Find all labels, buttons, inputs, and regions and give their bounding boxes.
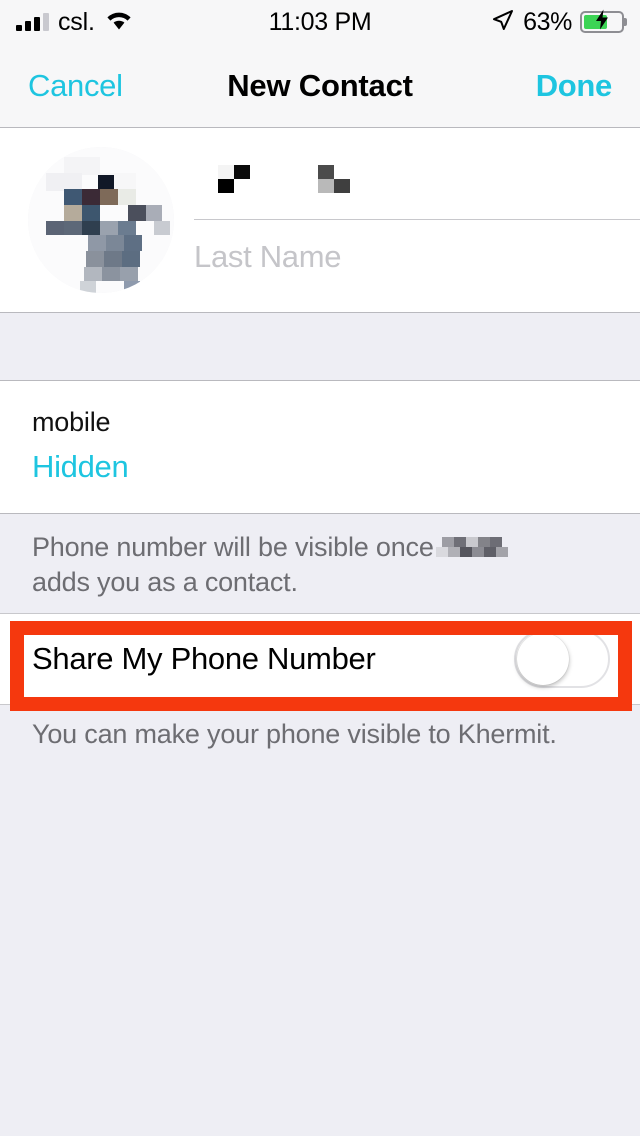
last-name-placeholder: Last Name [194, 238, 342, 274]
contact-name-section: Last Name [0, 128, 640, 312]
share-phone-section: Share My Phone Number [0, 613, 640, 712]
phone-section[interactable]: mobile Hidden [0, 381, 640, 514]
avatar[interactable] [28, 147, 174, 293]
done-button[interactable]: Done [536, 68, 613, 104]
empty-area [0, 750, 640, 1136]
toggle-knob [517, 633, 569, 686]
first-name-field[interactable] [194, 147, 640, 220]
battery-percent-label: 63% [523, 7, 572, 36]
wifi-icon [104, 9, 134, 36]
status-bar-left: csl. [16, 8, 320, 37]
location-arrow-icon [491, 8, 515, 37]
carrier-name: csl. [58, 7, 95, 36]
status-bar: csl. 11:03 PM 63% [0, 0, 640, 44]
phone-type-label: mobile [32, 407, 111, 437]
first-name-redacted-value [194, 165, 454, 201]
cancel-button[interactable]: Cancel [28, 68, 123, 104]
last-name-field[interactable]: Last Name [194, 220, 640, 293]
phone-note-redacted-name [435, 537, 516, 559]
share-phone-number-label: Share My Phone Number [32, 641, 376, 677]
section-gap [0, 312, 640, 381]
phone-number-value[interactable]: Hidden [32, 445, 640, 489]
navigation-bar: Cancel New Contact Done [0, 44, 640, 128]
share-phone-number-toggle[interactable] [514, 630, 610, 689]
status-bar-right: 63% [320, 8, 624, 37]
iphone-screen: csl. 11:03 PM 63% Cancel New Contact Don… [0, 0, 640, 1136]
battery-charging-icon [580, 9, 624, 33]
share-phone-footer-note: You can make your phone visible to Kherm… [0, 705, 640, 751]
phone-visibility-note: Phone number will be visible once adds y… [0, 513, 640, 614]
share-phone-number-row[interactable]: Share My Phone Number [0, 613, 640, 706]
cellular-signal-icon [16, 13, 49, 31]
phone-note-after: adds you as a contact. [32, 566, 298, 597]
phone-note-before: Phone number will be visible once [32, 532, 434, 563]
name-fields: Last Name [194, 147, 640, 293]
